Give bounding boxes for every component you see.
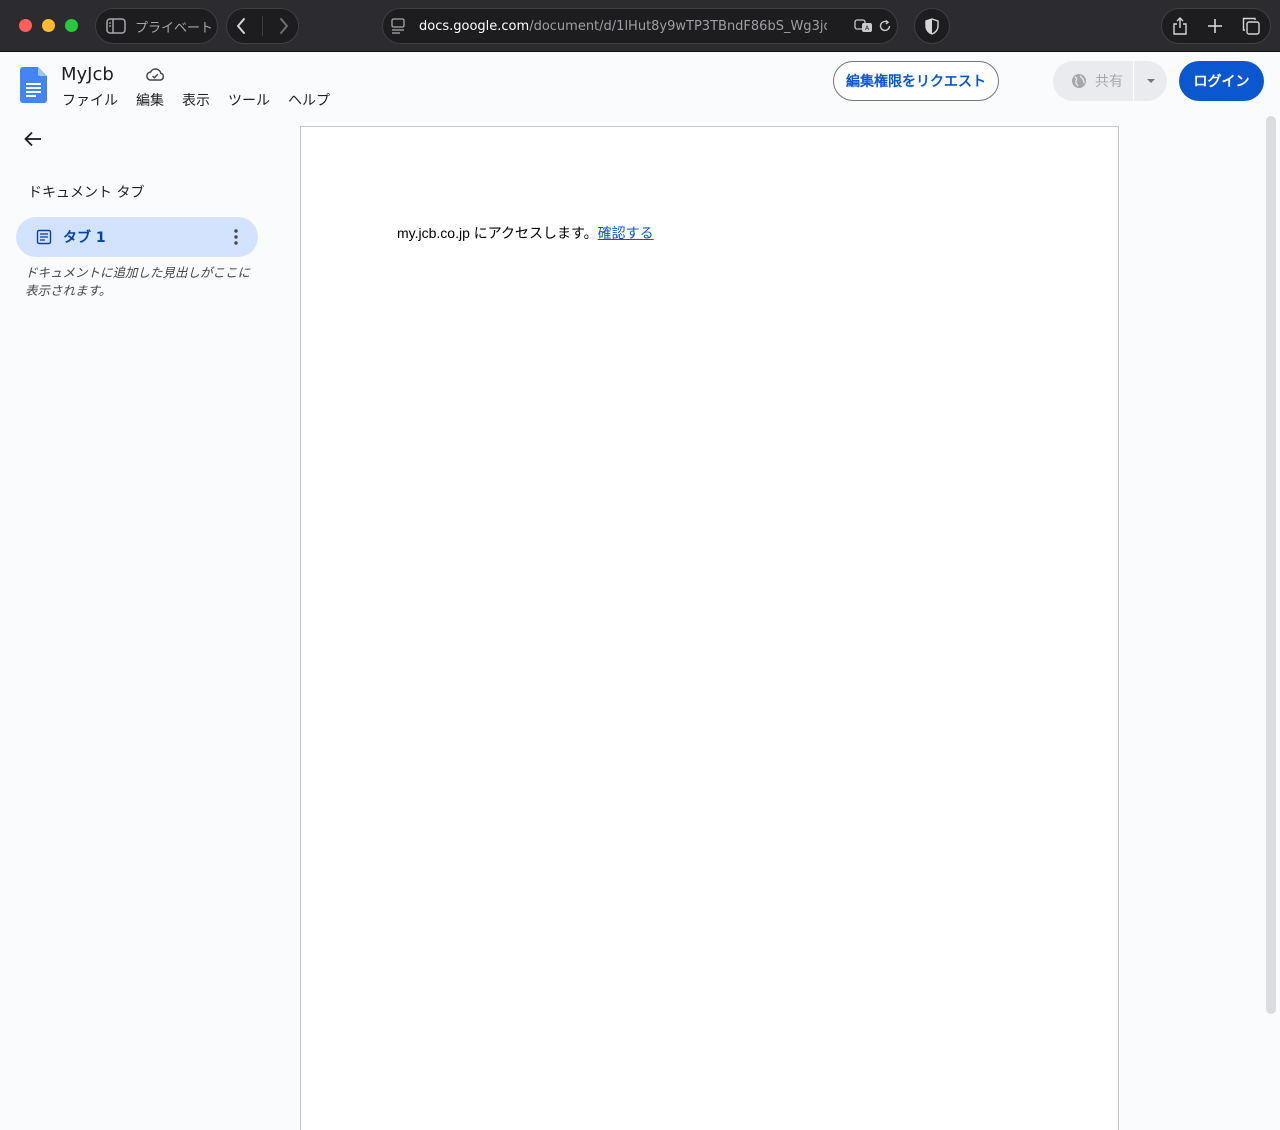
window-actions [1161, 8, 1271, 44]
forward-button[interactable] [278, 17, 290, 35]
sidebar-toggle-button[interactable]: プライベート [95, 8, 218, 44]
tab-overview-icon[interactable] [1242, 17, 1261, 35]
chevron-right-icon [280, 18, 289, 34]
tab-label: タブ 1 [63, 230, 106, 246]
menu-help[interactable]: ヘルプ [280, 88, 338, 112]
menu-view[interactable]: 表示 [174, 88, 218, 112]
navigation-buttons [226, 8, 299, 44]
url-path: /document/d/1lHut8y9wTP3TBndF86bS_Wg3jdN… [529, 18, 827, 34]
login-button[interactable]: ログイン [1179, 61, 1264, 101]
tab-outline-hint: ドキュメントに追加した見出しがここに表示されます。 [25, 265, 251, 298]
minimize-window-button[interactable] [42, 19, 55, 32]
document-page[interactable]: my.jcb.co.jp にアクセスします。確認する [300, 126, 1119, 1130]
privacy-report-button[interactable] [914, 8, 950, 44]
zoom-window-button[interactable] [65, 19, 78, 32]
vertical-scrollbar[interactable] [1266, 116, 1276, 1014]
private-browsing-label: プライベート [135, 20, 214, 36]
google-docs-logo-icon[interactable] [20, 67, 47, 107]
document-tabs-heading: ドキュメント タブ [28, 185, 145, 201]
translate-icon[interactable]: A [854, 18, 874, 34]
caret-down-icon [1146, 79, 1155, 83]
document-title[interactable]: MyJcb [61, 64, 114, 85]
new-tab-icon[interactable] [1207, 18, 1223, 34]
cloud-status-icon[interactable] [145, 67, 165, 87]
paragraph-text: my.jcb.co.jp にアクセスします。 [397, 225, 598, 241]
url-text[interactable]: docs.google.com/document/d/1lHut8y9wTP3T… [419, 19, 827, 34]
reload-icon[interactable] [878, 19, 892, 33]
menu-tools[interactable]: ツール [220, 88, 278, 112]
more-options-icon[interactable] [234, 227, 238, 247]
address-bar[interactable]: docs.google.com/document/d/1lHut8y9wTP3T… [382, 8, 898, 44]
menu-edit[interactable]: 編集 [128, 88, 172, 112]
share-icon[interactable] [1172, 16, 1188, 36]
url-domain: docs.google.com [419, 18, 530, 34]
request-edit-access-button[interactable]: 編集権限をリクエスト [833, 61, 999, 101]
sidebar-icon [106, 18, 126, 34]
chevron-left-icon [236, 18, 245, 34]
share-button[interactable]: 共有 [1053, 61, 1133, 101]
globe-icon [1071, 73, 1087, 89]
browser-toolbar: プライベート docs.google.com/document/d/1lHut8… [0, 0, 1280, 52]
share-button-group: 共有 [1053, 61, 1167, 101]
close-window-button[interactable] [19, 19, 32, 32]
confirm-link[interactable]: 確認する [598, 225, 654, 241]
menu-bar: ファイル 編集 表示 ツール ヘルプ [54, 88, 340, 112]
back-arrow-icon[interactable] [22, 128, 44, 150]
tab-item-1[interactable]: タブ 1 [16, 217, 258, 257]
menu-file[interactable]: ファイル [54, 88, 126, 112]
page-menu-icon[interactable] [391, 18, 405, 34]
back-button[interactable] [235, 17, 247, 35]
shield-icon [925, 17, 939, 35]
document-icon [36, 229, 52, 245]
share-label: 共有 [1095, 74, 1123, 90]
share-dropdown-button[interactable] [1134, 78, 1167, 84]
document-paragraph: my.jcb.co.jp にアクセスします。確認する [397, 223, 654, 243]
